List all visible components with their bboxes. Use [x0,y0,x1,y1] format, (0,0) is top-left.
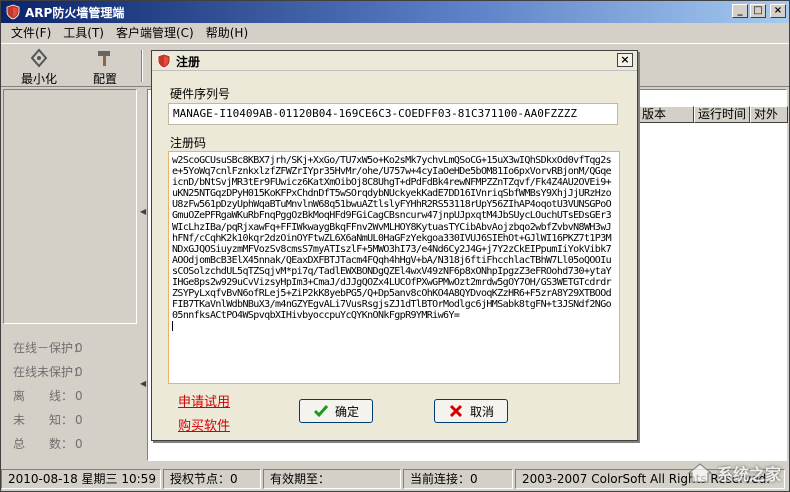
hardware-serial-field[interactable]: MANAGE-I10409AB-01120B04-169CE6C3-COEDFF… [168,103,618,125]
checkmark-icon [313,405,329,418]
window-controls: _ □ × [732,4,786,18]
menu-help[interactable]: 帮助(H) [200,24,254,41]
dialog-title: 注册 [176,55,201,69]
client-tree-panel[interactable] [3,89,137,324]
cancel-button[interactable]: 取消 [434,399,508,423]
regcode-label: 注册码 [170,136,207,150]
text-cursor [172,321,173,332]
column-uptime[interactable]: 运行时间 [694,106,750,123]
panel-splitter[interactable]: ◀ ◀ [139,89,147,461]
statusbar: 2010-08-18 星期三 10:59 授权节点：0 有效期至： 当前连接：0… [1,467,789,491]
apply-trial-link[interactable]: 申请试用 [178,391,230,410]
stat-offline: 离 线： 0 [13,389,83,403]
dialog-close-button[interactable]: × [617,53,633,67]
buy-software-link[interactable]: 购买软件 [178,415,230,434]
close-button[interactable]: × [770,4,786,18]
window-titlebar[interactable]: ARP防火墙管理端 _ □ × [1,1,789,23]
menu-client-management[interactable]: 客户端管理(C) [110,24,200,41]
menu-tools[interactable]: 工具(T) [57,24,110,41]
stat-online-unprotected: 在线未保护：0 [13,365,86,379]
stat-online-protected: 在线－保护：0 [13,341,86,355]
regcode-text: w2ScoGCUsuSBc8KBX7jrh/SKj+XxGo/TU7xW5o+K… [172,155,612,322]
shield-icon [157,53,171,69]
stat-total: 总 数： 0 [13,437,83,451]
menubar: 文件(F) 工具(T) 客户端管理(C) 帮助(H) [1,23,789,42]
status-datetime: 2010-08-18 星期三 10:59 [1,469,161,489]
minimize-icon [30,48,48,68]
x-icon [449,404,463,418]
column-external[interactable]: 对外 [750,106,788,123]
status-valid-until: 有效期至： [263,469,401,489]
ok-button[interactable]: 确定 [299,399,373,423]
column-version[interactable]: 版本 [638,106,694,123]
stat-unknown: 未 知： 0 [13,413,83,427]
minimize-tool-button[interactable]: 最小化 [9,46,69,86]
list-header: 版本 运行时间 对外 [638,106,788,123]
window-title: ARP防火墙管理端 [25,6,125,20]
config-tool-label: 配置 [92,72,117,86]
register-dialog: 注册 × 硬件序列号 MANAGE-I10409AB-01120B04-169C… [151,50,638,441]
hardware-serial-label: 硬件序列号 [170,87,231,101]
ok-label: 确定 [334,404,359,419]
splitter-arrow-icon: ◀ [140,207,147,216]
cancel-label: 取消 [469,404,494,419]
regcode-textarea[interactable]: w2ScoGCUsuSBc8KBX7jrh/SKj+XxGo/TU7xW5o+K… [168,151,620,384]
stats-panel: 在线－保护：0 在线未保护：0 离 线： 0 未 知： 0 总 数： 0 [3,329,137,457]
status-licensed-nodes: 授权节点：0 [163,469,261,489]
toolbar-separator [141,50,143,82]
splitter-arrow-icon: ◀ [140,379,147,388]
dialog-titlebar[interactable]: 注册 × [152,51,637,71]
minimize-tool-label: 最小化 [20,72,57,86]
shield-icon [6,4,20,20]
menu-file[interactable]: 文件(F) [5,24,57,41]
hammer-icon [98,51,110,66]
left-panel: 在线－保护：0 在线未保护：0 离 线： 0 未 知： 0 总 数： 0 [1,89,139,461]
maximize-button[interactable]: □ [750,4,766,18]
watermark-text: 系统之家 [716,465,781,484]
config-tool-button[interactable]: 配置 [75,46,135,86]
house-logo-icon [687,463,713,483]
watermark: 系统之家 [687,461,781,485]
minimize-button[interactable]: _ [732,4,748,18]
status-current-connections: 当前连接：0 [403,469,513,489]
